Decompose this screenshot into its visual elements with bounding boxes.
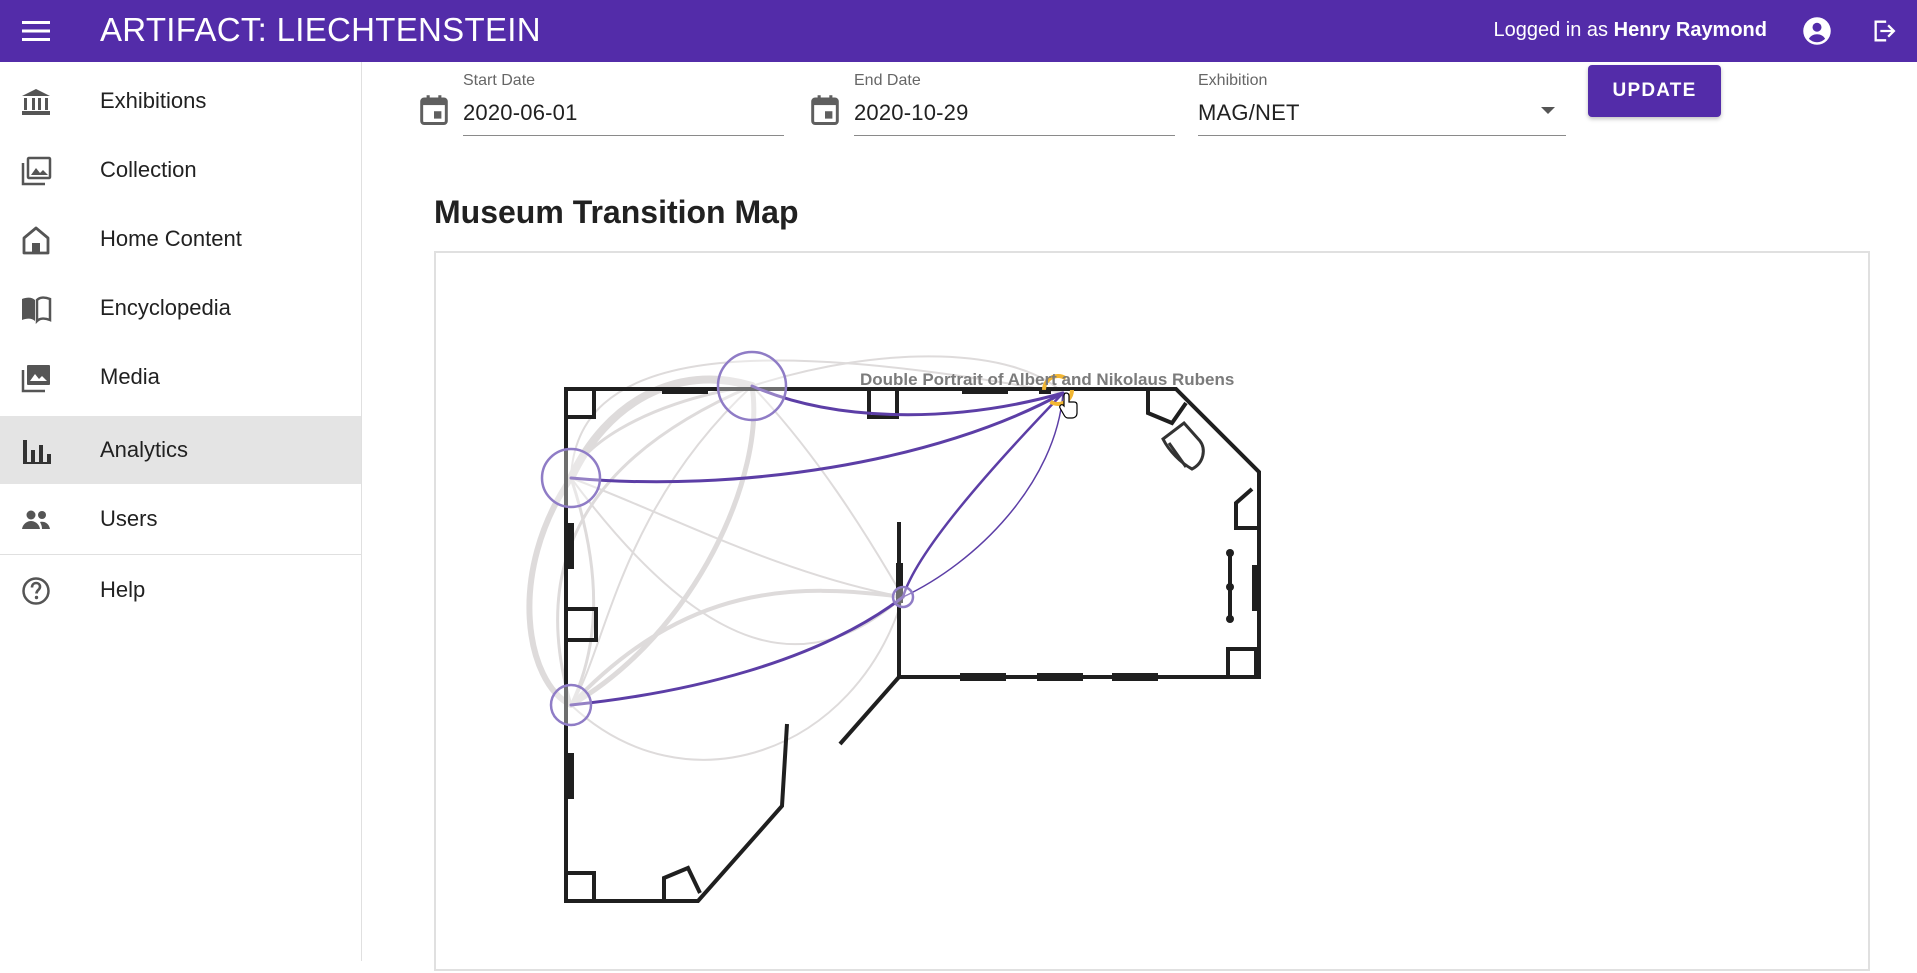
field-underline <box>463 135 784 136</box>
logged-in-text: Logged in as Henry Raymond <box>1494 18 1767 42</box>
sidebar-item-label: Analytics <box>100 437 189 462</box>
sidebar-item-label: Home Content <box>100 226 242 251</box>
sidebar-item-encyclopedia[interactable]: Encyclopedia <box>0 274 361 342</box>
sidebar-item-users[interactable]: Users <box>0 485 361 553</box>
bar-chart-icon <box>23 440 51 464</box>
sidebar-item-label: Media <box>100 364 160 389</box>
hover-tooltip: Double Portrait of Albert and Nikolaus R… <box>860 370 1234 389</box>
transition-map-card: Double Portrait of Albert and Nikolaus R… <box>434 251 1870 971</box>
node-room-left[interactable] <box>540 447 602 509</box>
highlighted-edges <box>569 384 1065 707</box>
sidebar-item-exhibitions[interactable]: Exhibitions <box>0 67 361 135</box>
app-bar: ARTIFACT: LIECHTENSTEIN Logged in as Hen… <box>0 0 1917 62</box>
exhibition-select[interactable]: Exhibition MAG/NET <box>1198 68 1566 136</box>
start-date-field[interactable]: Start Date 2020-06-01 <box>463 68 784 136</box>
start-date-value[interactable]: 2020-06-01 <box>463 100 578 126</box>
end-date-field[interactable]: End Date 2020-10-29 <box>854 68 1175 136</box>
end-date-label: End Date <box>854 72 921 89</box>
sidebar: Exhibitions Collection Home Content Ency… <box>0 62 362 961</box>
account-circle-icon[interactable] <box>1799 13 1835 49</box>
sidebar-divider <box>0 554 361 555</box>
logout-icon[interactable] <box>1867 13 1903 49</box>
exhibition-label: Exhibition <box>1198 72 1268 89</box>
sidebar-item-media[interactable]: Media <box>0 343 361 411</box>
node-room-top[interactable] <box>716 350 788 422</box>
floor-plan <box>564 387 1261 903</box>
logged-in-prefix: Logged in as <box>1493 19 1614 41</box>
people-icon <box>22 510 50 529</box>
sidebar-item-label: Help <box>100 577 146 602</box>
chair-icon <box>1161 420 1205 471</box>
calendar-icon[interactable] <box>810 94 840 126</box>
update-button[interactable]: UPDATE <box>1588 65 1721 117</box>
sidebar-item-label: Encyclopedia <box>100 295 231 320</box>
user-name: Henry Raymond <box>1613 19 1767 41</box>
collections-icon <box>21 365 50 393</box>
menu-icon[interactable] <box>18 13 54 49</box>
help-icon <box>22 577 50 605</box>
museum-icon <box>22 89 50 115</box>
book-icon <box>22 296 52 324</box>
sidebar-item-collection[interactable]: Collection <box>0 136 361 204</box>
calendar-icon[interactable] <box>419 94 449 126</box>
sidebar-item-home-content[interactable]: Home Content <box>0 205 361 273</box>
sidebar-item-label: Collection <box>100 157 197 182</box>
start-date-label: Start Date <box>463 72 536 89</box>
transition-map[interactable]: Double Portrait of Albert and Nikolaus R… <box>436 253 1872 973</box>
app-title: ARTIFACT: LIECHTENSTEIN <box>100 11 541 48</box>
arrow-drop-down-icon[interactable] <box>1540 106 1556 116</box>
field-underline <box>854 135 1175 136</box>
sidebar-item-analytics[interactable]: Analytics <box>0 416 361 484</box>
exhibition-value[interactable]: MAG/NET <box>1198 100 1300 126</box>
home-icon <box>22 226 50 255</box>
end-date-value[interactable]: 2020-10-29 <box>854 100 969 126</box>
sidebar-item-label: Exhibitions <box>100 88 207 113</box>
section-title: Museum Transition Map <box>434 194 799 230</box>
photo-library-icon <box>21 156 52 186</box>
node-doorway[interactable] <box>891 585 915 609</box>
field-underline <box>1198 135 1566 136</box>
sidebar-item-help[interactable]: Help <box>0 556 361 624</box>
node-room-lower-left[interactable] <box>549 683 593 727</box>
sidebar-item-label: Users <box>100 506 158 531</box>
